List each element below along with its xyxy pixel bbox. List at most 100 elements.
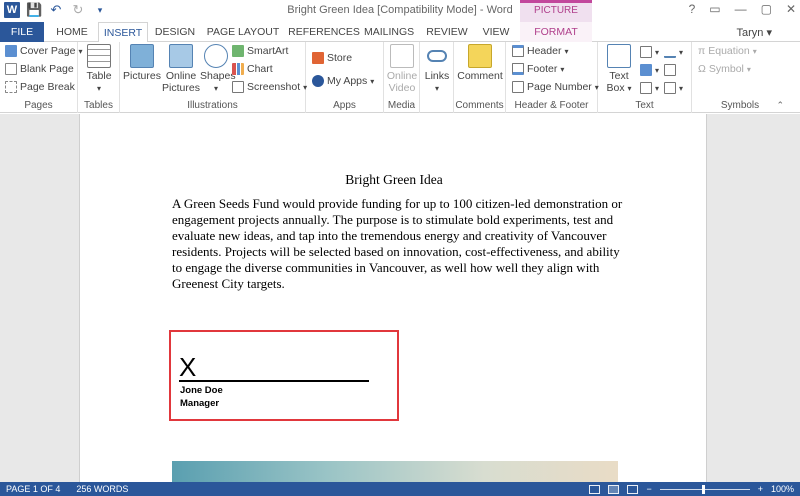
group-label-illustrations: Illustrations [187,100,238,111]
picture-tools-label: PICTURE TOOLS [520,0,592,32]
text-box-button[interactable]: Text Box ▾ [602,44,636,95]
web-layout-icon[interactable] [627,484,639,494]
online-pictures-label: Online Pictures [162,70,200,94]
word-count-status[interactable]: 256 WORDS [76,482,128,496]
screenshot-label: Screenshot [247,81,301,93]
shapes-icon [204,44,228,68]
cover-page-button[interactable]: Cover Page ▾ [5,45,82,57]
online-video-icon [390,44,414,68]
tab-references[interactable]: REFERENCES [288,22,360,42]
chevron-down-icon: ▾ [96,84,101,93]
store-icon [312,52,324,64]
quick-parts-icon [640,46,652,58]
page-number-label: Page Number [527,81,592,93]
group-label-media: Media [387,100,416,111]
minimize-icon[interactable]: — [735,2,747,16]
blank-page-button[interactable]: Blank Page [5,63,74,75]
help-icon[interactable]: ? [689,2,696,16]
chart-button[interactable]: Chart [232,63,273,75]
text-box-icon [607,44,631,68]
tab-home[interactable]: HOME [50,22,94,42]
signature-x-mark: X [179,352,197,382]
screenshot-icon [232,81,244,93]
drop-cap-button[interactable]: ▾ [640,82,659,94]
store-button[interactable]: Store [312,52,352,64]
pictures-button[interactable]: Pictures [122,44,162,82]
page-break-label: Page Break [20,81,75,93]
pi-icon: π [698,45,706,57]
shapes-button[interactable]: Shapes ▾ [200,44,236,95]
footer-icon [512,63,524,75]
ribbon-display-icon[interactable]: ▭ [709,2,720,16]
group-header-footer: Header ▾ Footer ▾ Page Number ▾ Header & Fo… [506,42,599,113]
document-page[interactable]: Bright Green Idea A Green Seeds Fund wou… [79,114,707,482]
document-image[interactable] [172,461,618,482]
comment-icon [468,44,492,68]
header-button[interactable]: Header ▾ [512,45,568,57]
pictures-label: Pictures [123,70,161,82]
zoom-slider-thumb[interactable] [701,484,705,494]
screenshot-button[interactable]: Screenshot ▾ [232,81,307,93]
zoom-slider[interactable] [659,484,750,494]
ribbon-insert: Cover Page ▾ Blank Page Page Break Pages … [0,42,800,113]
zoom-in-button[interactable]: + [758,482,763,496]
chevron-down-icon: ▾ [752,46,757,56]
table-icon [87,44,111,68]
read-mode-icon[interactable] [589,484,601,494]
signature-line-object[interactable]: X Jone Doe Manager [169,330,399,421]
object-icon [664,82,676,94]
online-video-button[interactable]: Online Video [386,44,418,94]
tab-format[interactable]: FORMAT [520,22,592,42]
title-bar: W 💾 ↶ ↻ ▾ Bright Green Idea [Compatibili… [0,0,800,32]
footer-button[interactable]: Footer ▾ [512,63,564,75]
tab-page-layout[interactable]: PAGE LAYOUT [204,22,282,42]
wordart-button[interactable]: ▾ [640,64,659,76]
store-label: Store [327,52,353,64]
signature-line-button[interactable]: ▾ [664,46,683,58]
user-account[interactable]: Taryn ▾ [737,26,772,39]
date-time-button[interactable] [664,64,676,76]
chevron-down-icon: ▾ [370,76,375,86]
pictures-icon [130,44,154,68]
page-count-status[interactable]: PAGE 1 OF 4 [6,482,60,496]
blank-page-label: Blank Page [20,63,74,75]
tab-insert[interactable]: INSERT [98,22,148,43]
tab-file[interactable]: FILE [0,22,44,42]
print-layout-icon[interactable] [608,484,620,494]
chart-label: Chart [247,63,273,75]
zoom-out-button[interactable]: − [646,482,651,496]
page-break-button[interactable]: Page Break [5,81,75,93]
symbol-button[interactable]: Ω Symbol ▾ [698,63,751,75]
online-pictures-button[interactable]: Online Pictures [162,44,200,94]
omega-icon: Ω [698,63,706,75]
my-apps-button[interactable]: My Apps ▾ [312,75,374,87]
table-button[interactable]: Table ▾ [84,44,114,95]
header-label: Header [527,45,562,57]
links-button[interactable]: Links ▾ [422,44,452,95]
ribbon-tabs: FILE HOME INSERT DESIGN PAGE LAYOUT REFE… [0,22,800,43]
signer-name: Jone Doe [180,385,223,396]
group-links: Links ▾ [420,42,454,113]
object-button[interactable]: ▾ [664,82,683,94]
equation-button[interactable]: π Equation ▾ [698,45,757,57]
tab-design[interactable]: DESIGN [152,22,198,42]
page-number-button[interactable]: Page Number ▾ [512,81,599,93]
footer-label: Footer [527,63,558,75]
smartart-icon [232,45,244,57]
collapse-ribbon-icon[interactable]: ⌃ [776,100,784,111]
group-label-comments: Comments [455,100,504,111]
comment-button[interactable]: Comment [456,44,504,82]
quick-parts-button[interactable]: ▾ [640,46,659,58]
tab-review[interactable]: REVIEW [424,22,470,42]
smartart-button[interactable]: SmartArt [232,45,288,57]
document-heading: Bright Green Idea [345,172,443,187]
tab-mailings[interactable]: MAILINGS [364,22,414,42]
close-icon[interactable]: ✕ [786,2,796,16]
group-illustrations: Pictures Online Pictures Shapes ▾ SmartAr… [120,42,307,113]
tab-view[interactable]: VIEW [478,22,514,42]
zoom-level[interactable]: 100% [771,482,794,496]
chevron-down-icon: ▾ [655,83,660,93]
chevron-down-icon: ▾ [627,84,632,93]
chevron-down-icon: ▾ [564,46,569,56]
maximize-icon[interactable]: ▢ [761,2,772,16]
